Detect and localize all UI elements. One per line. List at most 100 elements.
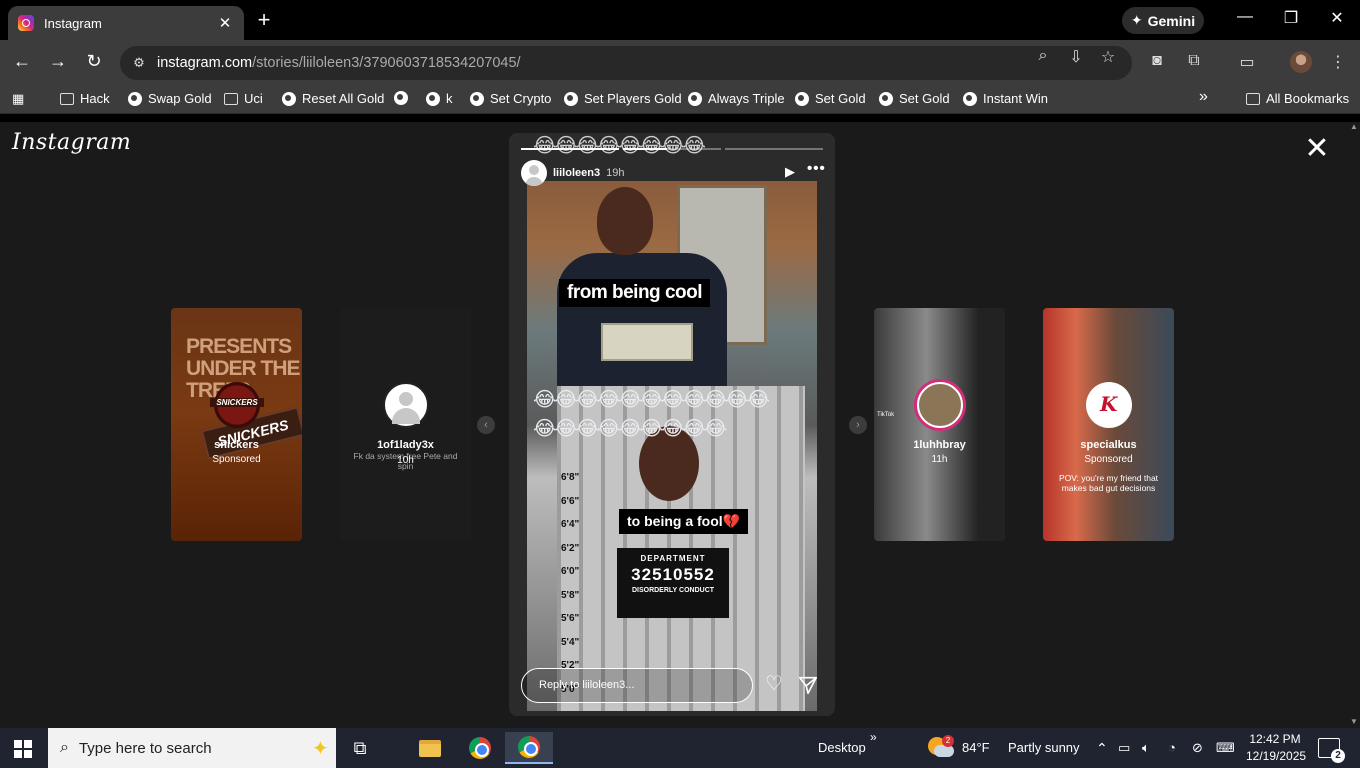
scroll-up-icon[interactable]: ▲ (1350, 122, 1358, 131)
globe-icon (394, 91, 408, 105)
bookmark-item[interactable] (394, 91, 408, 105)
window-close-button[interactable]: ✕ (1322, 8, 1352, 28)
more-options-icon[interactable]: ••• (807, 160, 826, 177)
emoji-row-top: 😂😂😂😂😂😂😂😂 (533, 135, 706, 157)
bookmark-item[interactable]: Set Gold (879, 91, 950, 106)
story-preview-1of1lady3x[interactable]: 1of1lady3x Fk da system free Pete and sp… (340, 308, 471, 541)
bookmark-item[interactable]: Reset All Gold (282, 91, 384, 106)
bookmark-label: Hack (80, 91, 110, 106)
story-username: 1luhhbray (913, 439, 966, 451)
reply-input[interactable]: Reply to liiloleen3... (521, 668, 753, 703)
new-tab-button[interactable]: + (254, 8, 274, 32)
tiktok-watermark: TikTok (877, 412, 895, 418)
cloud-shape (934, 745, 954, 757)
taskbar-search-box[interactable]: ⌕ Type here to search ✦ (48, 728, 336, 768)
menu-icon[interactable]: ⋮ (1327, 52, 1349, 72)
story-caption-top: from being cool (559, 279, 710, 307)
bookmark-item[interactable]: Set Gold (795, 91, 866, 106)
gemini-label: Gemini (1147, 12, 1196, 29)
held-card (601, 323, 693, 361)
story-time: 19h (606, 167, 625, 179)
task-view-icon[interactable]: ⧉ (340, 732, 380, 764)
instagram-logo[interactable]: Instagram (12, 130, 131, 155)
user-avatar[interactable] (521, 160, 547, 186)
tab-search-icon[interactable]: ▭ (1236, 52, 1258, 72)
extensions-icon[interactable]: ⧉ (1183, 52, 1205, 70)
tab-instagram[interactable]: Instagram ✕ (8, 6, 244, 40)
notifications-icon[interactable]: 2 (1318, 738, 1345, 763)
chrome-app[interactable] (460, 732, 500, 764)
show-hidden-icons-icon[interactable]: ⌃ (1096, 740, 1108, 757)
gemini-button[interactable]: ✦ Gemini (1122, 7, 1204, 34)
avatar-brand-label: SNICKERS (210, 398, 264, 407)
volume-icon[interactable]: 🔈︎ (1142, 740, 1150, 756)
all-bookmarks-button[interactable]: All Bookmarks (1246, 91, 1349, 106)
story-preview-snickers[interactable]: PRESENTS UNDER THE TREE? SNICKERS SNICKE… (171, 308, 302, 541)
minimize-button[interactable]: — (1230, 8, 1260, 26)
placard-charge: DISORDERLY CONDUCT (631, 587, 715, 594)
active-story[interactable]: 6'8" 6'6" 6'4" 6'2" 6'0" 5'8" 5'6" 5'4" … (509, 133, 835, 716)
bookmark-label: Set Gold (899, 91, 950, 106)
address-bar[interactable]: ⚙ instagram.com/stories/liiloleen3/37906… (120, 46, 1132, 80)
file-explorer-app[interactable] (410, 732, 450, 764)
bookmark-item[interactable]: Instant Win (963, 91, 1048, 106)
placard-department: DEPARTMENT (640, 554, 706, 563)
scroll-down-icon[interactable]: ▼ (1350, 717, 1358, 726)
close-stories-button[interactable]: ✕ (1302, 134, 1332, 164)
bookmark-item[interactable]: Hack (60, 91, 110, 106)
keyboard-icon[interactable]: ⌨ (1216, 740, 1235, 756)
globe-icon (963, 91, 977, 106)
restore-button[interactable]: ❐ (1276, 8, 1306, 28)
site-info-icon[interactable]: ⚙ (128, 55, 150, 71)
bookmark-item[interactable]: Set Crypto (470, 91, 551, 106)
globe-icon (879, 91, 893, 106)
bookmark-item[interactable]: Uci (224, 91, 263, 106)
globe-icon (564, 91, 578, 106)
search-placeholder: Type here to search (78, 739, 212, 757)
bookmark-label: Instant Win (983, 91, 1049, 106)
desktop-toolbar-label[interactable]: Desktop (818, 740, 866, 755)
story-username[interactable]: liiloleen3 (553, 167, 600, 179)
page-scrollbar[interactable]: ▲ ▼ (1347, 122, 1360, 728)
bookmark-item[interactable]: Always Triple (688, 91, 785, 106)
avatar: SNICKERS (210, 382, 264, 428)
wifi-icon[interactable]: ◔ (1168, 740, 1176, 755)
weather-temp[interactable]: 84°F (962, 740, 990, 755)
forward-button[interactable]: → (46, 51, 70, 72)
bookmark-item[interactable]: Swap Gold (128, 91, 212, 106)
profile-avatar[interactable] (1290, 51, 1312, 73)
next-story-button[interactable]: › (849, 416, 867, 434)
weather-text[interactable]: Partly sunny (1008, 740, 1080, 755)
clock[interactable]: 12:42 PM 12/19/2025 (1246, 731, 1306, 765)
bookmark-label: Set Gold (815, 91, 866, 106)
story-preview-specialkus[interactable]: K specialkus Sponsored POV: you're my fr… (1043, 308, 1174, 541)
bookmarks-overflow-button[interactable]: » (1199, 88, 1208, 106)
desktop-chevron-icon[interactable]: » (870, 730, 877, 744)
chrome-profile-app[interactable] (505, 732, 553, 764)
chrome-icon (469, 737, 491, 759)
like-heart-icon[interactable]: ♡ (765, 674, 783, 694)
apps-grid-icon[interactable]: ▦ (12, 91, 24, 107)
previous-story-button[interactable]: ‹ (477, 416, 495, 434)
sync-icon[interactable]: ⊘ (1192, 740, 1203, 756)
progress-segment (623, 148, 721, 150)
bookmark-item[interactable]: Set Players Gold (564, 91, 682, 106)
story-username: 1of1lady3x (377, 439, 434, 451)
install-app-icon[interactable]: ⇩ (1065, 47, 1087, 67)
windows-start-icon[interactable] (14, 740, 32, 758)
weather-icon[interactable]: 2 (928, 735, 954, 759)
network-icon[interactable]: ▭ (1118, 740, 1130, 756)
tab-close-button[interactable]: ✕ (216, 14, 234, 32)
folder-icon (60, 92, 74, 105)
incognito-icon[interactable]: ◙ (1146, 52, 1168, 70)
bookmark-star-icon[interactable]: ☆ (1097, 47, 1119, 67)
zoom-icon[interactable]: ⌕ (1032, 47, 1054, 65)
send-icon[interactable] (797, 674, 819, 696)
back-button[interactable]: ← (10, 51, 34, 72)
url-domain: instagram.com (157, 55, 253, 71)
story-preview-1luhhbray[interactable]: TikTok 1luhhbray 11h (874, 308, 1005, 541)
play-icon[interactable]: ▶ (785, 164, 795, 180)
bookmark-item[interactable]: k (426, 91, 453, 106)
reload-button[interactable]: ↻ (82, 51, 106, 72)
height-mark: 5'6" (561, 613, 580, 624)
